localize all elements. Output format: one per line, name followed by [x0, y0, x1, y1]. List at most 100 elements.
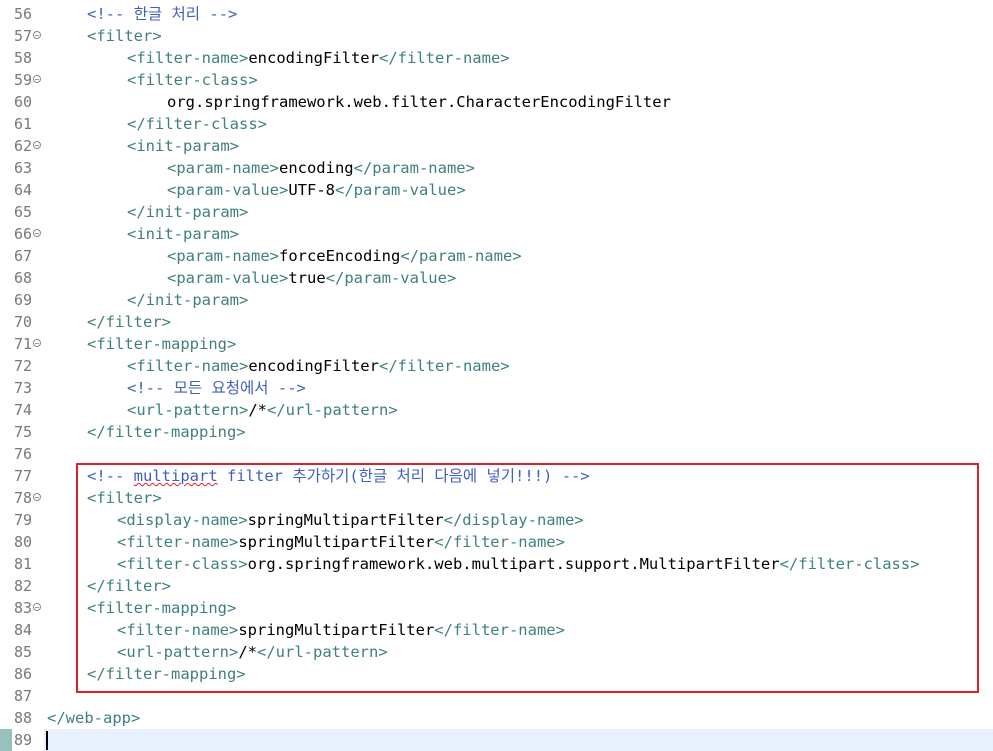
code-line[interactable]: 60 org.springframework.web.filter.Charact…	[0, 91, 993, 113]
xml-text: /*	[248, 401, 267, 419]
xml-text: true	[288, 269, 326, 287]
code-line[interactable]: 64 <param-value>UTF-8</param-value>	[0, 179, 993, 201]
code-line[interactable]: 89	[0, 729, 993, 751]
code-text: <filter-mapping>	[87, 333, 236, 355]
line-number: 63	[14, 159, 33, 177]
code-line[interactable]: 63 <param-name>encoding</param-name>	[0, 157, 993, 179]
line-number: 89	[14, 731, 33, 749]
code-text: </init-param>	[127, 289, 248, 311]
code-line[interactable]: 66− <init-param>	[0, 223, 993, 245]
line-number: 75	[14, 423, 33, 441]
code-line[interactable]: 70 </filter>	[0, 311, 993, 333]
line-number: 61	[14, 115, 33, 133]
code-line[interactable]: 68 <param-value>true</param-value>	[0, 267, 993, 289]
xml-text: encoding	[278, 159, 354, 177]
code-line[interactable]: 67 <param-name>forceEncoding</param-name>	[0, 245, 993, 267]
line-number: 64	[14, 181, 33, 199]
code-text: <init-param>	[127, 223, 239, 245]
xml-text: forceEncoding	[278, 247, 401, 265]
fold-collapse-icon[interactable]: −	[33, 339, 41, 348]
annotation-highlight-box	[76, 463, 979, 693]
xml-tag: </init-param>	[127, 291, 249, 309]
code-text: <param-value>UTF-8</param-value>	[167, 179, 466, 201]
xml-comment: <!-- 모든 요청에서 -->	[127, 379, 306, 397]
code-text: </filter-class>	[127, 113, 267, 135]
code-text: <filter-class>	[127, 69, 258, 91]
text-caret	[46, 731, 48, 750]
code-line[interactable]: 73 <!-- 모든 요청에서 -->	[0, 377, 993, 399]
fold-collapse-icon[interactable]: −	[33, 31, 41, 40]
line-number: 56	[14, 5, 33, 23]
code-line[interactable]: 65 </init-param>	[0, 201, 993, 223]
line-number: 58	[14, 49, 33, 67]
code-line[interactable]: 88 </web-app>	[0, 707, 993, 729]
xml-tag: <filter>	[87, 27, 162, 45]
xml-tag: </filter-class>	[127, 115, 267, 133]
code-text: <url-pattern>/*</url-pattern>	[127, 399, 398, 421]
code-text: <filter>	[87, 25, 162, 47]
xml-tag: </param-name>	[353, 159, 475, 177]
xml-tag: <param-value>	[167, 269, 289, 287]
xml-tag: </param-value>	[335, 181, 466, 199]
code-text: <!-- 한글 처리 -->	[87, 3, 237, 25]
line-number: 65	[14, 203, 33, 221]
code-line[interactable]: 76	[0, 443, 993, 465]
line-number: 77	[14, 467, 33, 485]
line-number: 80	[14, 533, 33, 551]
xml-text: UTF-8	[288, 181, 335, 199]
line-number: 73	[14, 379, 33, 397]
fold-collapse-icon[interactable]: −	[33, 75, 41, 84]
code-text: </init-param>	[127, 201, 248, 223]
xml-tag: <filter-mapping>	[87, 335, 237, 353]
code-text: </web-app>	[47, 707, 140, 729]
line-number: 76	[14, 445, 33, 463]
xml-tag: </param-name>	[400, 247, 522, 265]
code-line[interactable]: 74 <url-pattern>/*</url-pattern>	[0, 399, 993, 421]
xml-tag: </filter>	[87, 313, 171, 331]
line-number: 82	[14, 577, 33, 595]
xml-tag: <param-value>	[167, 181, 289, 199]
fold-collapse-icon[interactable]: −	[33, 493, 41, 502]
xml-tag: <filter-class>	[127, 71, 258, 89]
code-line[interactable]: 69 </init-param>	[0, 289, 993, 311]
xml-tag: <url-pattern>	[127, 401, 249, 419]
fold-collapse-icon[interactable]: −	[33, 603, 41, 612]
code-text: <param-name>encoding</param-name>	[167, 157, 475, 179]
line-number: 67	[14, 247, 33, 265]
code-line[interactable]: 58 <filter-name>encodingFilter</filter-na…	[0, 47, 993, 69]
code-text: <filter-name>encodingFilter</filter-name…	[127, 47, 510, 69]
code-line[interactable]: 75 </filter-mapping>	[0, 421, 993, 443]
code-line[interactable]: 59− <filter-class>	[0, 69, 993, 91]
line-number: 84	[14, 621, 33, 639]
code-line[interactable]: 62− <init-param>	[0, 135, 993, 157]
code-line[interactable]: 61 </filter-class>	[0, 113, 993, 135]
code-line[interactable]: 57− <filter>	[0, 25, 993, 47]
xml-tag: </url-pattern>	[267, 401, 398, 419]
xml-text: org.springframework.web.filter.Character…	[167, 93, 671, 111]
xml-tag: <filter-name>	[127, 49, 249, 67]
code-text: org.springframework.web.filter.Character…	[167, 91, 671, 113]
xml-tag: </param-value>	[325, 269, 457, 287]
code-line[interactable]: 72 <filter-name>encodingFilter</filter-na…	[0, 355, 993, 377]
code-line[interactable]: 56 <!-- 한글 처리 -->	[0, 3, 993, 25]
code-text: <!-- 모든 요청에서 -->	[127, 377, 306, 399]
xml-tag: </filter-name>	[378, 357, 510, 375]
line-number: 68	[14, 269, 33, 287]
code-text: </filter-mapping>	[87, 421, 246, 443]
xml-tag: <param-name>	[167, 247, 279, 265]
line-number: 72	[14, 357, 33, 375]
code-text: </filter>	[87, 311, 171, 333]
xml-tag: </init-param>	[127, 203, 249, 221]
code-text: <init-param>	[127, 135, 239, 157]
xml-tag: <filter-name>	[127, 357, 249, 375]
fold-collapse-icon[interactable]: −	[33, 229, 41, 238]
xml-code-editor[interactable]: 56 <!-- 한글 처리 --> 57− <filter> 58 <filter-nam…	[0, 0, 993, 751]
code-line[interactable]: 71− <filter-mapping>	[0, 333, 993, 355]
xml-comment: <!-- 한글 처리 -->	[87, 5, 238, 23]
fold-collapse-icon[interactable]: −	[33, 141, 41, 150]
xml-tag: </web-app>	[47, 709, 141, 727]
line-number: 74	[14, 401, 33, 419]
xml-tag: <init-param>	[127, 225, 239, 243]
line-number: 79	[14, 511, 33, 529]
xml-tag: </filter-name>	[378, 49, 510, 67]
